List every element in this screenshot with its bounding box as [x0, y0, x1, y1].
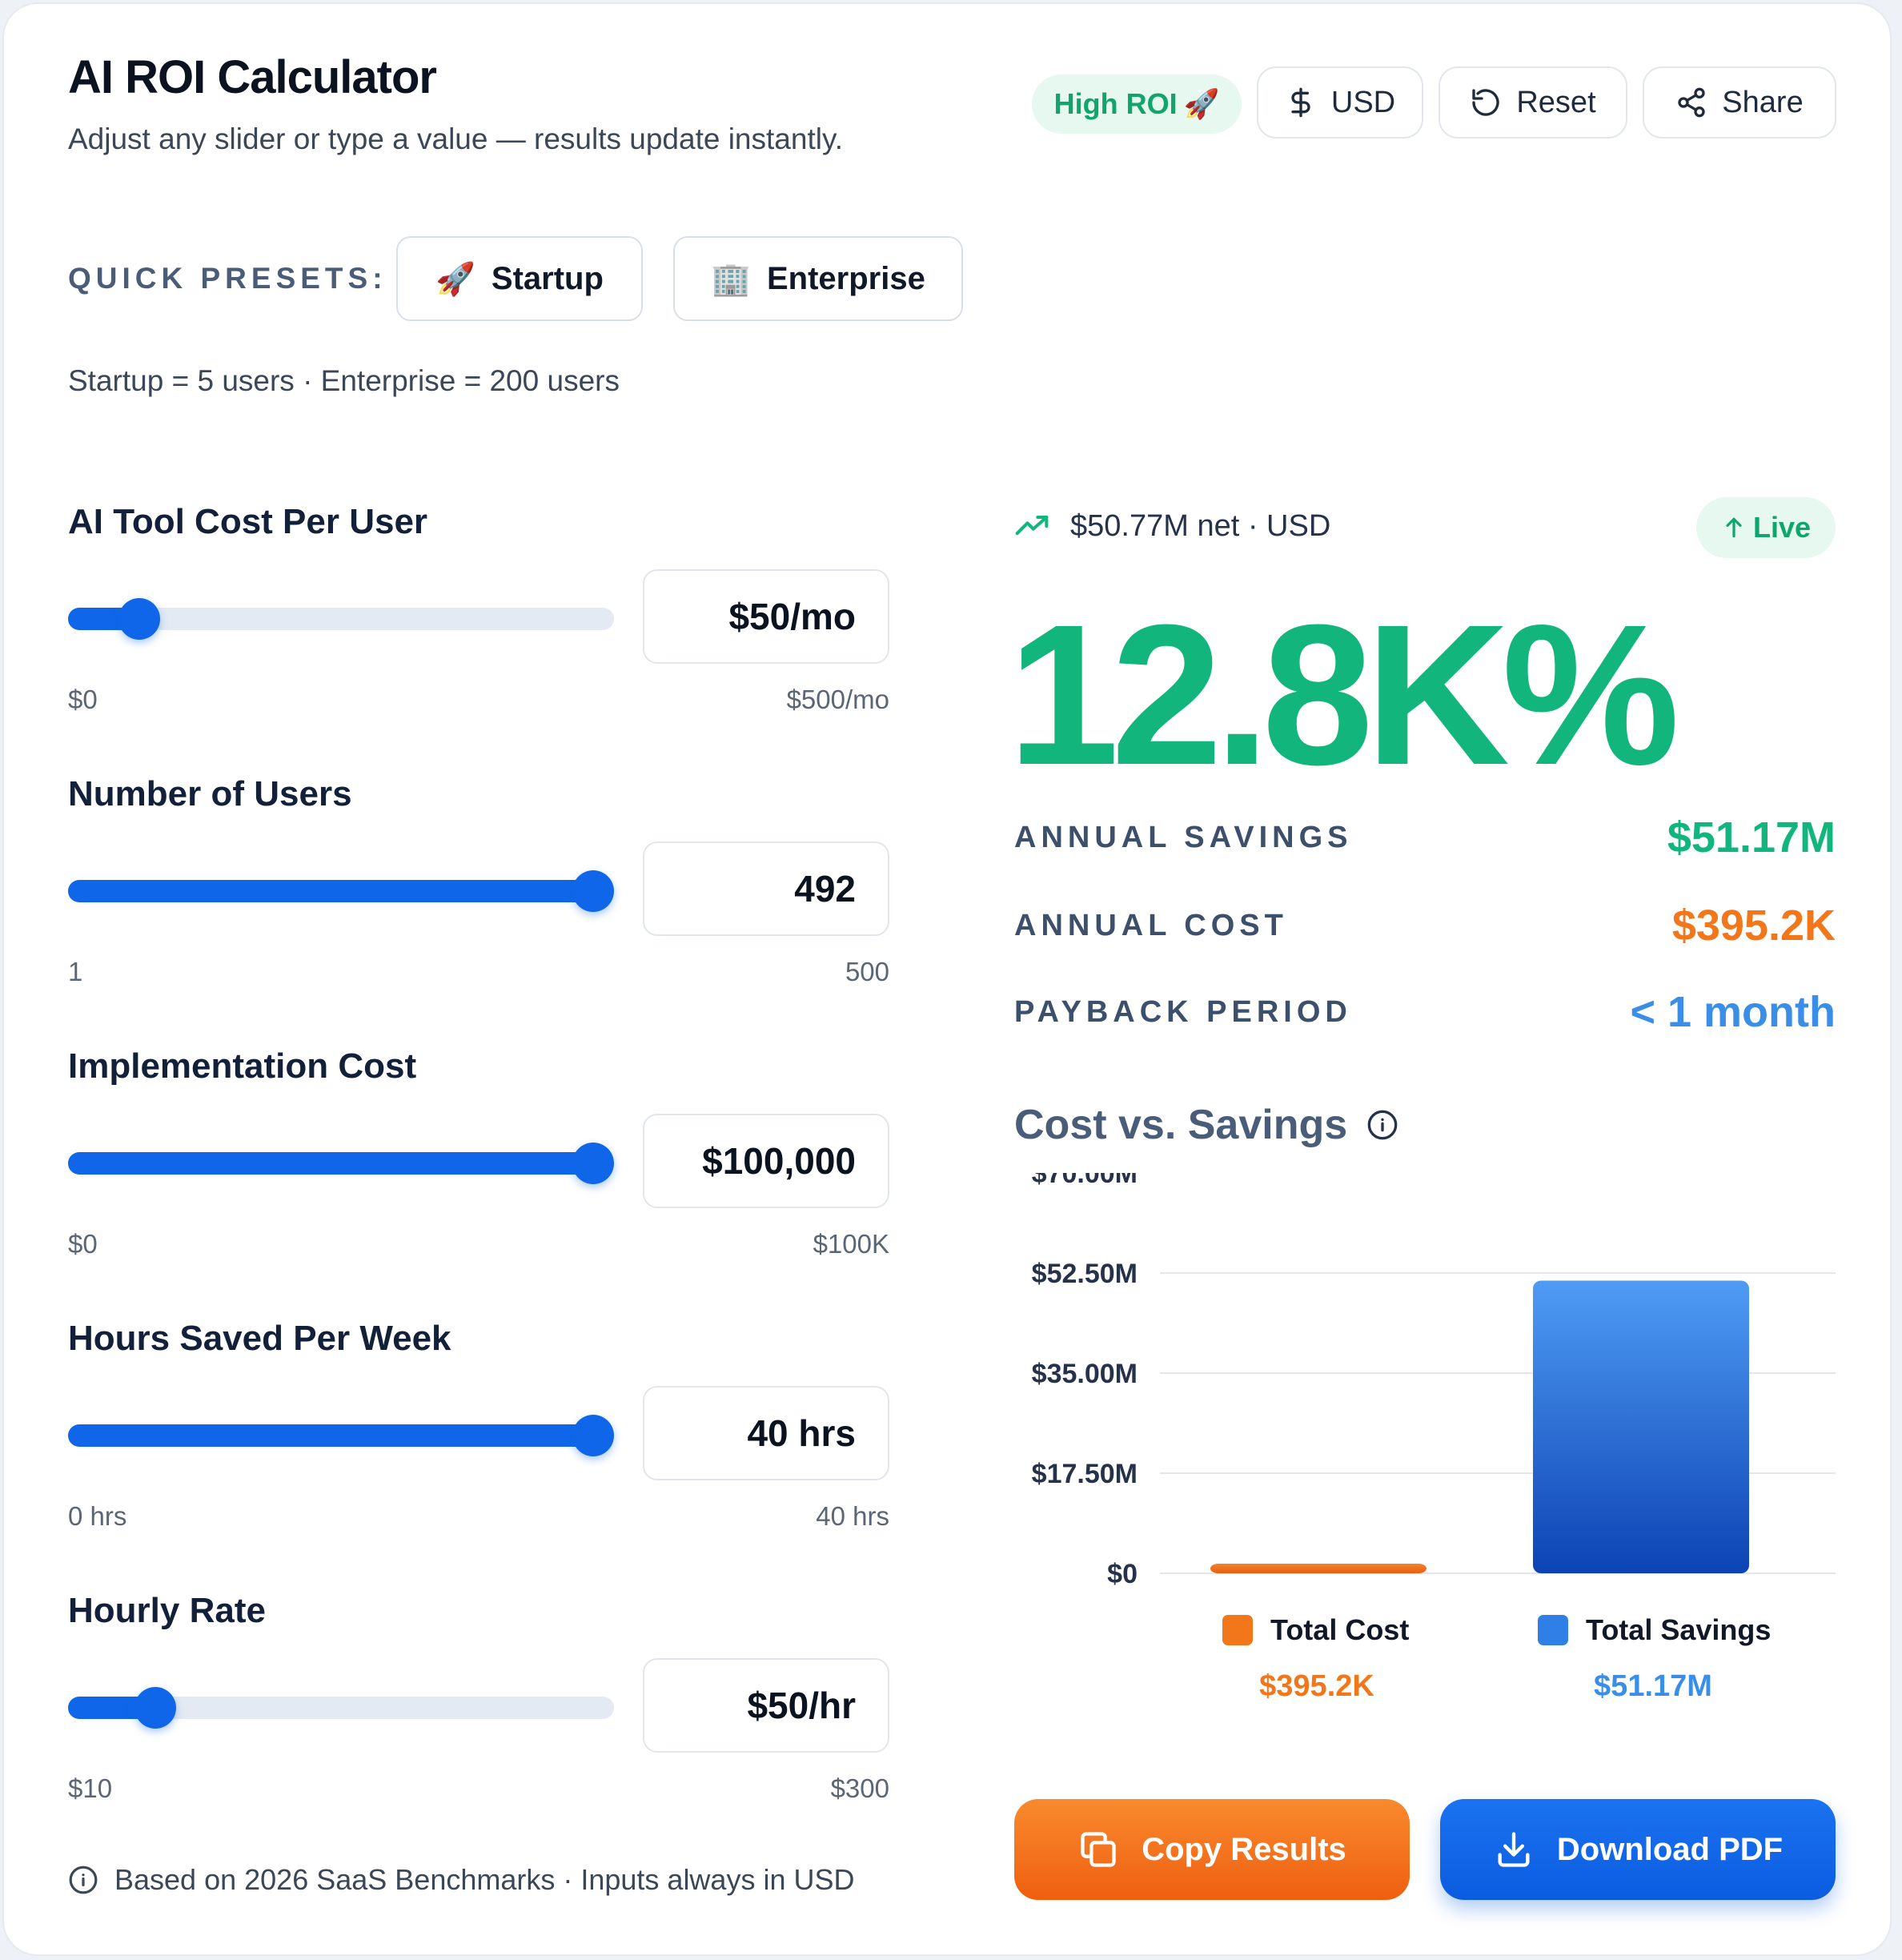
info-icon — [69, 1866, 98, 1894]
legend-label-total-savings: Total Savings — [1586, 1613, 1772, 1646]
users-input[interactable]: 492 — [643, 841, 889, 936]
slider-track-implementation[interactable] — [68, 1143, 614, 1184]
hourly-rate-max: $300 — [830, 1773, 889, 1803]
slider-fill — [68, 1152, 593, 1175]
tool-cost-max: $500/mo — [786, 685, 889, 714]
legend-swatch-orange — [1222, 1615, 1253, 1645]
implementation-max: $100K — [813, 1229, 889, 1259]
legend-value-total-cost: $395.2K — [1259, 1669, 1374, 1703]
chart-title-text: Cost vs. Savings — [1014, 1102, 1348, 1148]
page-subtitle: Adjust any slider or type a value — resu… — [68, 122, 843, 155]
y-tick-label: $70.00M — [1032, 1173, 1138, 1189]
y-tick-label: $35.00M — [1032, 1359, 1138, 1389]
users-min: 1 — [68, 957, 83, 986]
download-icon — [1498, 1832, 1530, 1867]
annual-savings-value: $51.17M — [1667, 813, 1836, 862]
slider-thumb[interactable] — [572, 1143, 614, 1184]
copy-results-label: Copy Results — [1142, 1831, 1346, 1867]
slider-label-hours: Hours Saved Per Week — [68, 1319, 451, 1358]
hours-min: 0 hrs — [68, 1501, 127, 1531]
tool-cost-min: $0 — [68, 685, 98, 714]
arrow-up-icon — [1726, 517, 1742, 538]
copy-icon — [1081, 1832, 1116, 1867]
hourly-rate-min: $10 — [68, 1773, 113, 1803]
enterprise-preset-button[interactable]: 🏢 Enterprise — [673, 236, 963, 321]
slider-thumb[interactable] — [118, 598, 160, 640]
legend-item-total-cost: Total Cost — [1222, 1613, 1409, 1647]
high-roi-badge: High ROI 🚀 — [1032, 74, 1242, 134]
annual-cost-value: $395.2K — [1671, 902, 1836, 950]
slider-thumb[interactable] — [572, 870, 614, 912]
users-max: 500 — [845, 957, 889, 986]
live-badge-label: Live — [1752, 511, 1812, 544]
y-tick-label: $52.50M — [1032, 1259, 1138, 1289]
legend-value-total-savings: $51.17M — [1594, 1669, 1712, 1703]
rocket-icon: 🚀 — [435, 261, 476, 297]
share-label: Share — [1722, 85, 1804, 119]
slider-fill — [68, 880, 593, 902]
chart-title: Cost vs. Savings — [1014, 1101, 1398, 1149]
roi-calculator-card: AI ROI Calculator Adjust any slider or t… — [2, 2, 1892, 1956]
slider-track-users[interactable] — [68, 870, 614, 912]
y-tick-label: $17.50M — [1032, 1459, 1138, 1489]
office-building-icon: 🏢 — [711, 261, 751, 297]
info-icon[interactable] — [1366, 1109, 1398, 1141]
net-summary: $50.77M net · USD — [1014, 508, 1330, 544]
y-tick-label: $0 — [1107, 1559, 1138, 1589]
currency-label: USD — [1330, 85, 1396, 119]
page-title: AI ROI Calculator — [68, 51, 437, 103]
cost-vs-savings-chart: $0 $17.50M $35.00M $52.50M $70.00M — [1032, 1173, 1836, 1589]
reset-label: Reset — [1516, 85, 1596, 119]
rocket-icon: 🚀 — [1183, 87, 1220, 120]
tool-cost-input[interactable]: $50/mo — [643, 569, 889, 664]
payback-period-label: PAYBACK PERIOD — [1014, 995, 1352, 1029]
trending-up-icon — [1015, 515, 1049, 536]
footer-note: Based on 2026 SaaS Benchmarks · Inputs a… — [68, 1863, 855, 1897]
annual-cost-label: ANNUAL COST — [1014, 909, 1288, 942]
copy-results-button[interactable]: Copy Results — [1014, 1799, 1410, 1900]
slider-fill — [68, 1424, 593, 1447]
bar-total-savings[interactable] — [1533, 1280, 1749, 1574]
implementation-min: $0 — [68, 1229, 98, 1259]
roi-value: 12.8K% — [1008, 583, 1679, 806]
slider-track-hours[interactable] — [68, 1415, 614, 1456]
share-icon — [1678, 87, 1705, 118]
startup-preset-label: Startup — [491, 260, 604, 296]
share-button[interactable]: Share — [1643, 66, 1836, 139]
download-pdf-button[interactable]: Download PDF — [1440, 1799, 1836, 1900]
dollar-icon — [1291, 87, 1310, 118]
slider-thumb[interactable] — [134, 1687, 177, 1729]
bar-total-cost[interactable] — [1210, 1564, 1426, 1573]
slider-label-users: Number of Users — [68, 774, 352, 813]
currency-button[interactable]: USD — [1257, 66, 1423, 139]
legend-item-total-savings: Total Savings — [1538, 1613, 1771, 1647]
high-roi-badge-label: High ROI — [1053, 87, 1178, 120]
quick-presets-label: QUICK PRESETS: — [68, 262, 387, 295]
slider-track-hourly-rate[interactable] — [68, 1687, 614, 1729]
hourly-rate-input[interactable]: $50/hr — [643, 1658, 889, 1753]
slider-label-hourly-rate: Hourly Rate — [68, 1591, 266, 1630]
annual-savings-label: ANNUAL SAVINGS — [1014, 821, 1353, 854]
slider-track-tool-cost[interactable] — [68, 598, 614, 640]
slider-label-implementation: Implementation Cost — [68, 1046, 417, 1086]
presets-note: Startup = 5 users · Enterprise = 200 use… — [68, 364, 620, 397]
reset-icon — [1472, 89, 1500, 116]
enterprise-preset-label: Enterprise — [766, 260, 925, 296]
slider-thumb[interactable] — [572, 1415, 614, 1456]
live-badge: Live — [1696, 497, 1836, 558]
legend-swatch-blue — [1538, 1615, 1568, 1645]
footer-note-text: Based on 2026 SaaS Benchmarks · Inputs a… — [114, 1863, 855, 1896]
slider-label-tool-cost: AI Tool Cost Per User — [68, 502, 428, 541]
startup-preset-button[interactable]: 🚀 Startup — [396, 236, 643, 321]
reset-button[interactable]: Reset — [1439, 66, 1627, 139]
hours-input[interactable]: 40 hrs — [643, 1386, 889, 1480]
implementation-input[interactable]: $100,000 — [643, 1114, 889, 1208]
hours-max: 40 hrs — [816, 1501, 889, 1531]
net-summary-text: $50.77M net · USD — [1070, 508, 1331, 543]
payback-period-value: < 1 month — [1630, 988, 1836, 1036]
download-pdf-label: Download PDF — [1556, 1831, 1784, 1867]
legend-label-total-cost: Total Cost — [1270, 1613, 1410, 1646]
